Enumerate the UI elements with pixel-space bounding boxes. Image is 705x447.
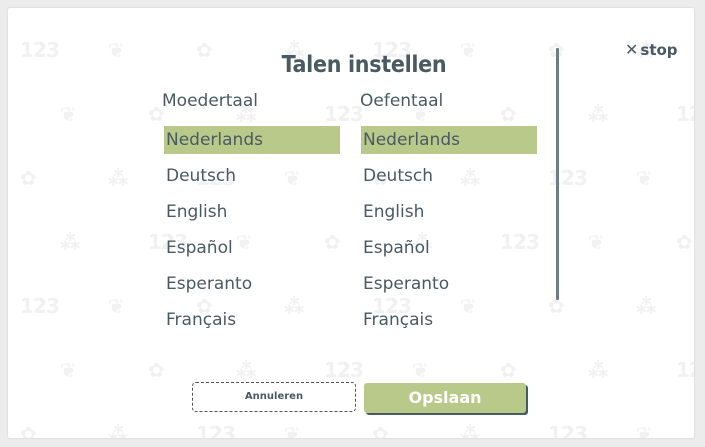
- watermark-glyph: 123: [196, 422, 236, 438]
- cancel-button[interactable]: Annuleren: [192, 382, 356, 412]
- watermark-glyph: ✿: [20, 166, 37, 190]
- watermark-glyph: ❦: [60, 358, 77, 382]
- language-option[interactable]: Español: [361, 234, 537, 262]
- language-option[interactable]: Nederlands: [361, 126, 537, 154]
- scrollbar[interactable]: [556, 48, 559, 300]
- watermark-glyph: ✿: [372, 422, 389, 438]
- watermark-glyph: 123: [548, 166, 588, 190]
- watermark-glyph: ⁂: [236, 358, 256, 382]
- watermark-glyph: 123: [20, 38, 60, 62]
- watermark-glyph: ❦: [108, 294, 125, 318]
- watermark-glyph: ⁂: [588, 102, 608, 126]
- watermark-glyph: ❦: [636, 422, 653, 438]
- language-option[interactable]: Français: [164, 306, 340, 334]
- close-icon: ✕: [625, 40, 639, 59]
- watermark-glyph: 123: [324, 102, 364, 126]
- watermark-glyph: ⁂: [588, 358, 608, 382]
- practice-language-heading: Oefentaal: [360, 91, 444, 111]
- watermark-glyph: ✿: [20, 422, 37, 438]
- stop-button[interactable]: ✕ stop: [625, 40, 678, 59]
- save-button[interactable]: Opslaan: [364, 383, 526, 413]
- language-option[interactable]: Español: [164, 234, 340, 262]
- watermark-glyph: 123: [676, 102, 694, 126]
- language-option[interactable]: Nederlands: [164, 126, 340, 154]
- watermark-glyph: ❦: [284, 422, 301, 438]
- watermark-glyph: ✿: [148, 358, 165, 382]
- language-option[interactable]: English: [361, 198, 537, 226]
- language-option[interactable]: Esperanto: [361, 270, 537, 298]
- language-option[interactable]: English: [164, 198, 340, 226]
- native-language-heading: Moedertaal: [162, 91, 258, 111]
- watermark-glyph: ✿: [500, 102, 517, 126]
- watermark-glyph: ⁂: [108, 422, 128, 438]
- page-title: Talen instellen: [281, 52, 447, 78]
- watermark-glyph: ⁂: [636, 294, 656, 318]
- watermark-glyph: ⁂: [60, 230, 80, 254]
- settings-panel: 123 ❦ ✿ ⁂ 123 ❦ ✿ ⁂ 123 ❦ ✿ ⁂ 123 ❦ ✿ ⁂ 123 ❦ ✿ ⁂ 123 ❦ ✿ ⁂ 123 ❦…: [8, 8, 694, 438]
- watermark-glyph: 123: [548, 422, 588, 438]
- watermark-glyph: ❦: [412, 358, 429, 382]
- watermark-glyph: 123: [324, 358, 364, 382]
- watermark-glyph: ✿: [500, 358, 517, 382]
- watermark-glyph: ⁂: [108, 166, 128, 190]
- watermark-glyph: ⁂: [460, 422, 480, 438]
- language-option[interactable]: Deutsch: [361, 162, 537, 190]
- watermark-glyph: ✿: [676, 230, 693, 254]
- stop-label: stop: [640, 40, 678, 59]
- watermark-glyph: 123: [676, 358, 694, 382]
- watermark-glyph: 123: [20, 294, 60, 318]
- watermark-glyph: ❦: [588, 230, 605, 254]
- language-option[interactable]: Français: [361, 306, 537, 334]
- watermark-glyph: ❦: [60, 102, 77, 126]
- language-option[interactable]: Esperanto: [164, 270, 340, 298]
- language-option[interactable]: Deutsch: [164, 162, 340, 190]
- watermark-glyph: ❦: [636, 166, 653, 190]
- watermark-glyph: ❦: [460, 38, 477, 62]
- watermark-glyph: ❦: [108, 38, 125, 62]
- watermark-glyph: ✿: [196, 38, 213, 62]
